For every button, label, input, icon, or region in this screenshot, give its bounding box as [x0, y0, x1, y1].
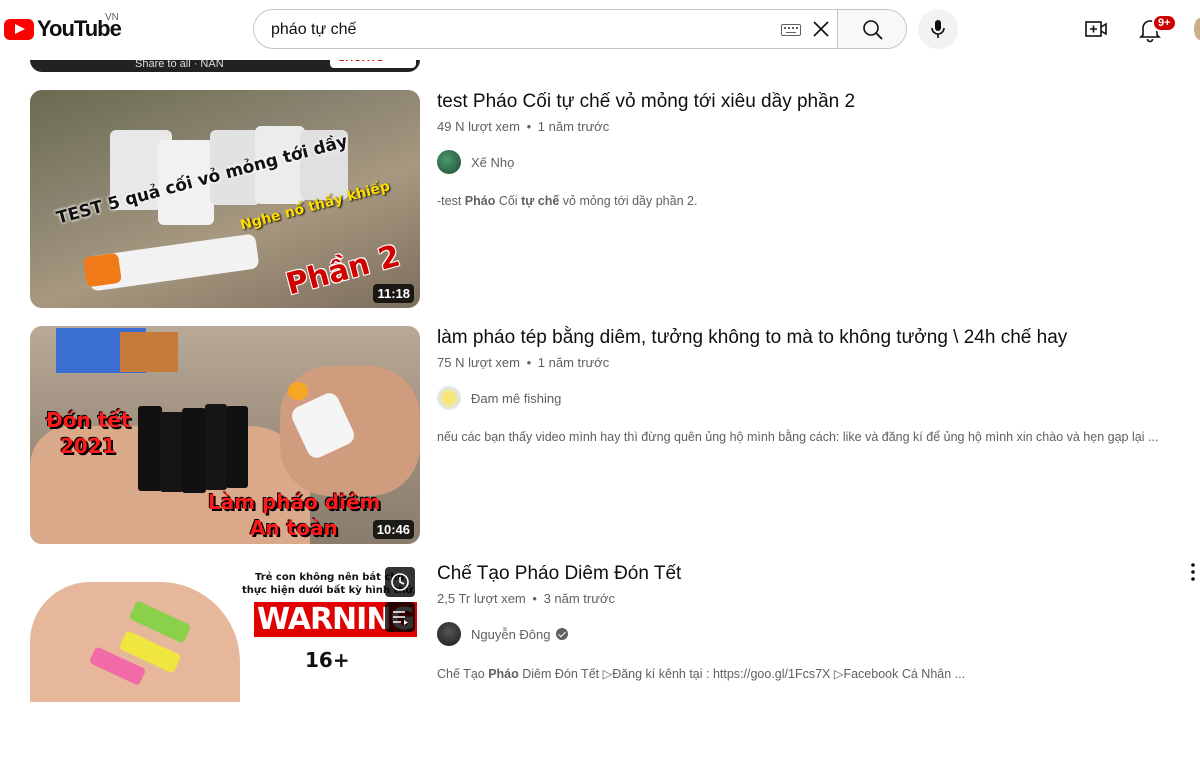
video-meta: 49 N lượt xem • 1 năm trước — [437, 119, 609, 134]
desc-text: -test — [437, 194, 465, 208]
video-thumbnail[interactable]: TEST 5 quả cối vỏ mỏng tới dầy Nghe nổ t… — [30, 90, 420, 308]
queue-icon — [393, 611, 408, 625]
desc-text: vỏ mỏng tới dầy phần 2. — [559, 194, 698, 208]
thumb-decor — [138, 406, 162, 491]
thumb-decor — [205, 404, 227, 490]
thumb-caption: Đón tết — [46, 408, 131, 432]
video-description: nếu các bạn thấy video mình hay thì đừng… — [437, 430, 1159, 444]
desc-highlight: tự chế — [521, 194, 560, 208]
close-icon[interactable] — [811, 19, 831, 39]
thumb-decor — [83, 252, 122, 288]
add-to-queue-button[interactable] — [385, 602, 415, 632]
meta-separator: • — [526, 119, 532, 134]
view-count: 2,5 Tr lượt xem — [437, 591, 526, 606]
video-duration: 11:18 — [373, 284, 414, 303]
keyboard-icon[interactable] — [781, 24, 801, 36]
search-button[interactable] — [837, 9, 907, 49]
channel-avatar[interactable] — [437, 622, 461, 646]
watch-later-button[interactable] — [385, 567, 415, 597]
create-video-icon[interactable] — [1084, 18, 1108, 40]
channel-link[interactable]: Nguyễn Đông — [437, 622, 568, 646]
microphone-icon — [931, 20, 945, 38]
desc-text: Diêm Đón Tết ▷Đăng kí kênh tại : https:/… — [518, 667, 966, 681]
video-duration: 10:46 — [372, 520, 414, 539]
account-avatar[interactable] — [1194, 18, 1200, 40]
upload-age: 3 năm trước — [543, 591, 615, 606]
meta-separator: • — [532, 591, 537, 606]
desc-highlight: Pháo — [464, 194, 496, 208]
search-input[interactable]: pháo tự chế — [253, 9, 837, 49]
desc-highlight: Pháo — [488, 667, 519, 681]
upload-age: 1 năm trước — [537, 119, 610, 134]
more-options-icon[interactable] — [1188, 562, 1198, 582]
channel-name[interactable]: Xế Nhọ — [471, 155, 514, 170]
verified-icon — [555, 628, 568, 640]
top-bar: YouTube VN pháo tự chế 9+ — [0, 0, 1200, 60]
channel-name[interactable]: Nguyễn Đông — [471, 627, 551, 642]
thumb-decor — [288, 382, 308, 400]
thumb-decor — [182, 408, 206, 493]
video-title[interactable]: Chế Tạo Pháo Diêm Đón Tết — [437, 563, 681, 585]
thumb-caption: An toàn — [250, 516, 338, 540]
thumb-decor — [120, 332, 178, 372]
video-title[interactable]: test Pháo Cối tự chế vỏ mỏng tới xiêu dầ… — [437, 91, 855, 113]
video-result[interactable]: TEST 5 quả cối vỏ mỏng tới dầy Nghe nổ t… — [30, 90, 1200, 310]
country-code: VN — [105, 12, 119, 23]
view-count: 75 N lượt xem — [437, 355, 520, 370]
search-query[interactable]: pháo tự chế — [271, 21, 356, 39]
thumb-decor — [226, 406, 248, 488]
voice-search-button[interactable] — [918, 9, 958, 49]
video-description: -test Pháo Cối tự chế vỏ mỏng tới dầy ph… — [437, 194, 697, 208]
thumb-caption: 2021 — [60, 434, 116, 458]
channel-name[interactable]: Đam mê fishing — [471, 391, 561, 406]
video-thumbnail[interactable]: Đón tết 2021 Làm pháo diêm An toàn 10:46 — [30, 326, 420, 544]
channel-link[interactable]: Đam mê fishing — [437, 386, 561, 410]
video-result[interactable]: Trẻ con không nên bắt chư thực hiện dưới… — [30, 562, 1200, 782]
channel-avatar[interactable] — [437, 386, 461, 410]
video-description: Chế Tạo Pháo Diêm Đón Tết ▷Đăng kí kênh … — [437, 666, 965, 681]
notification-badge: 9+ — [1152, 14, 1177, 32]
youtube-logo[interactable]: YouTube — [4, 16, 122, 42]
channel-link[interactable]: Xế Nhọ — [437, 150, 514, 174]
desc-text: Chế Tạo — [437, 667, 489, 681]
thumb-caption: Làm pháo diêm — [208, 490, 381, 514]
desc-text: Cối — [495, 194, 522, 208]
channel-avatar[interactable] — [437, 150, 461, 174]
youtube-play-icon — [4, 18, 34, 40]
video-meta: 75 N lượt xem • 1 năm trước — [437, 355, 609, 370]
thumb-caption: Trẻ con không nên bắt chư — [255, 572, 405, 583]
upload-age: 1 năm trước — [537, 355, 610, 370]
search-icon — [863, 20, 883, 40]
meta-separator: • — [526, 355, 532, 370]
video-title[interactable]: làm pháo tép bằng diêm, tưởng không to m… — [437, 327, 1067, 349]
clock-icon — [391, 573, 409, 591]
age-label: 16+ — [305, 648, 350, 672]
video-meta: 2,5 Tr lượt xem • 3 năm trước — [437, 591, 615, 606]
thumb-decor — [160, 412, 184, 492]
video-thumbnail[interactable]: Trẻ con không nên bắt chư thực hiện dưới… — [30, 562, 420, 780]
video-result[interactable]: Đón tết 2021 Làm pháo diêm An toàn 10:46… — [30, 326, 1200, 546]
view-count: 49 N lượt xem — [437, 119, 520, 134]
